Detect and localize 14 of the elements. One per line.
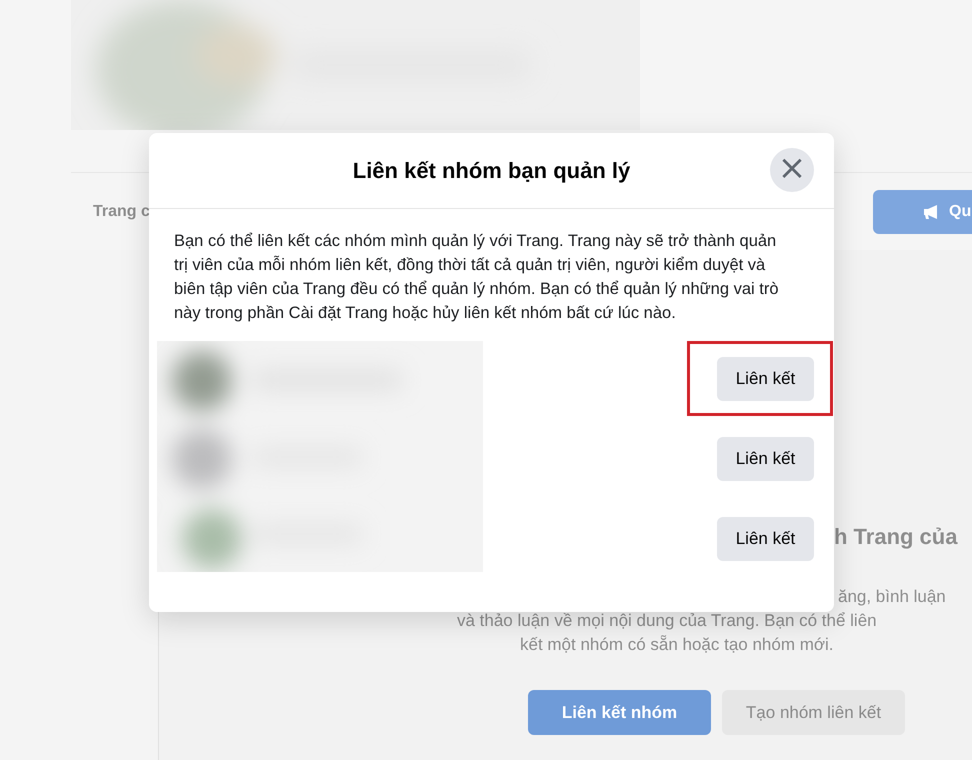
- link-button[interactable]: Liên kết: [717, 437, 814, 481]
- dialog-description: Bạn có thể liên kết các nhóm mình quản lý với Trang. Trang này sẽ trở thành quản trị viên của mỗi nhóm liên kết, đồng thời tất cả quản trị viên, người kiểm duyệt và biên tập viên của Trang đều có thể quản lý nhóm. Bạn có thể quản lý những vai trò này trong phần Cài đặt Trang hoặc hủy liên kết nhóm bất cứ lúc nào.: [174, 231, 780, 324]
- link-button[interactable]: Liên kết: [717, 517, 814, 561]
- close-button[interactable]: ×: [770, 148, 814, 192]
- link-button[interactable]: Liên kết: [717, 357, 814, 401]
- link-group-button[interactable]: Liên kết nhóm: [528, 690, 711, 735]
- create-group-button[interactable]: Tạo nhóm liên kết: [722, 690, 905, 735]
- dialog-title: Liên kết nhóm bạn quản lý: [352, 158, 630, 184]
- section-text: kết một nhóm có sẵn hoặc tạo nhóm mới.: [520, 634, 835, 656]
- promote-button[interactable]: Qu: [873, 190, 972, 234]
- section-heading: h Trang của: [834, 524, 959, 550]
- section-text: ăng, bình luận: [838, 586, 947, 608]
- section-text: và thảo luận về mọi nội dung của Trang. Bạn có thể liên: [457, 610, 878, 632]
- nav-tab[interactable]: Trang c: [93, 202, 150, 220]
